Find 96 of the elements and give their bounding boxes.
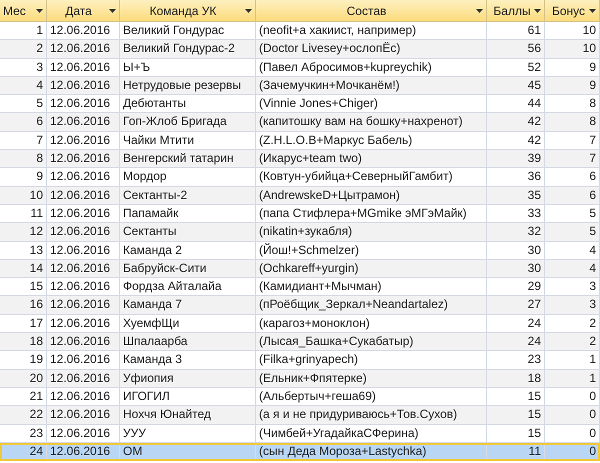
table-cell: 0 xyxy=(545,406,600,425)
table-row[interactable]: 2 12.06.2016 Великий Гондурас-2 (Doctor Livesey+ослопЁс) 56 10 xyxy=(0,40,600,59)
table-cell: 12.06.2016 xyxy=(47,260,120,278)
table-cell: 24 xyxy=(487,333,545,352)
table-cell: 12.06.2016 xyxy=(47,370,120,388)
table-cell: Уфиопия xyxy=(120,370,256,388)
table-cell: Шпалаарба xyxy=(120,333,256,352)
table-row[interactable]: 22 12.06.2016 Нохчя Юнайтед (а я и не придуриваюсь+Тов.Сухов) 15 0 xyxy=(0,406,600,425)
table-cell: Венгерский татарин xyxy=(120,150,256,168)
table-cell: 9 xyxy=(545,76,600,96)
table-cell: 39 xyxy=(487,150,545,168)
dropdown-arrow-icon[interactable] xyxy=(589,9,596,13)
table-cell: 4 xyxy=(0,76,47,96)
table-cell: (Лысая_Башка+Сукабатыр) xyxy=(256,333,487,352)
table-cell: (Зачемучкин+Мочканём!) xyxy=(256,76,487,96)
table-cell: 12.06.2016 xyxy=(47,406,120,425)
table-cell: 20 xyxy=(0,370,47,388)
table-row[interactable]: 20 12.06.2016 Уфиопия (Ельник+Фпятерке) 18 1 xyxy=(0,370,600,388)
table-row[interactable]: 4 12.06.2016 Нетрудовые резервы (Зачемучкин+Мочканём!) 45 9 xyxy=(0,76,600,96)
table-cell: (пРоёбщик_Зеркал+Neandartalez) xyxy=(256,296,487,315)
table-cell: Великий Гондурас-2 xyxy=(120,40,256,59)
table-row[interactable]: 16 12.06.2016 Каманда 7 (пРоёбщик_Зеркал+Neandartalez) 27 3 xyxy=(0,296,600,315)
table-cell: 10 xyxy=(545,40,600,59)
table-cell: 32 xyxy=(487,223,545,242)
table-cell: Каманда 7 xyxy=(120,296,256,315)
table-cell: 12 xyxy=(0,223,47,242)
table-row[interactable]: 8 12.06.2016 Венгерский татарин (Икарус+team two) 39 7 xyxy=(0,150,600,168)
table-row[interactable]: 18 12.06.2016 Шпалаарба (Лысая_Башка+Сукабатыр) 24 2 xyxy=(0,333,600,352)
table-row[interactable]: 10 12.06.2016 Сектанты-2 (AndrewskeD+Цытрамон) 35 6 xyxy=(0,186,600,205)
table-row[interactable]: 6 12.06.2016 Гоп-Жлоб Бригада (капитошку вам на бошку+нахренот) 42 8 xyxy=(0,113,600,132)
table-cell: (Ельник+Фпятерке) xyxy=(256,370,487,388)
table-cell: 16 xyxy=(0,296,47,315)
table-cell: 27 xyxy=(487,296,545,315)
table-cell: 56 xyxy=(487,40,545,59)
column-header[interactable]: Дата xyxy=(47,0,120,22)
table-cell: 12.06.2016 xyxy=(47,223,120,242)
table-cell: (сын Деда Мороза+Lastychka) xyxy=(256,442,487,462)
table-cell: (AndrewskeD+Цытрамон) xyxy=(256,186,487,205)
table-cell: 6 xyxy=(545,186,600,205)
table-cell: 7 xyxy=(545,150,600,168)
dropdown-arrow-icon[interactable] xyxy=(36,9,43,13)
table-cell: 8 xyxy=(0,150,47,168)
table-cell: 11 xyxy=(487,442,545,462)
table-cell: 12.06.2016 xyxy=(47,296,120,315)
table-cell: 35 xyxy=(487,186,545,205)
table-cell: 0 xyxy=(545,442,600,462)
table-cell: 14 xyxy=(0,260,47,278)
table-cell: 30 xyxy=(487,260,545,278)
dropdown-arrow-icon[interactable] xyxy=(245,9,252,13)
table-cell: 12.06.2016 xyxy=(47,150,120,168)
table-cell: 15 xyxy=(487,406,545,425)
table-cell: 6 xyxy=(0,113,47,132)
table-cell: 12.06.2016 xyxy=(47,333,120,352)
table-cell: 12.06.2016 xyxy=(47,76,120,96)
table-cell: 8 xyxy=(545,113,600,132)
table-cell: Сектанты xyxy=(120,223,256,242)
table-cell: (Икарус+team two) xyxy=(256,150,487,168)
table-cell: 24 xyxy=(0,442,47,462)
table-cell: 2 xyxy=(0,40,47,59)
table-cell: (Doctor Livesey+ослопЁс) xyxy=(256,40,487,59)
table-cell: Нетрудовые резервы xyxy=(120,76,256,96)
table-cell: (Ochkareff+yurgin) xyxy=(256,260,487,278)
table-cell: (а я и не придуриваюсь+Тов.Сухов) xyxy=(256,406,487,425)
table-cell: 12.06.2016 xyxy=(47,186,120,205)
table-cell: 18 xyxy=(0,333,47,352)
column-header[interactable]: Бонус xyxy=(545,0,600,22)
table-cell: 2 xyxy=(545,333,600,352)
table-cell: 10 xyxy=(0,186,47,205)
table-cell: Нохчя Юнайтед xyxy=(120,406,256,425)
table-cell: 18 xyxy=(487,370,545,388)
table-cell: Гоп-Жлоб Бригада xyxy=(120,113,256,132)
column-header[interactable]: Баллы xyxy=(487,0,545,22)
table-cell: (капитошку вам на бошку+нахренот) xyxy=(256,113,487,132)
selected-row[interactable]: 24 12.06.2016 ОМ (сын Деда Мороза+Lastychka) 11 0 xyxy=(0,442,600,462)
dropdown-arrow-icon[interactable] xyxy=(534,9,541,13)
table-cell: 45 xyxy=(487,76,545,96)
table-cell: 22 xyxy=(0,406,47,425)
table-row[interactable]: 12 12.06.2016 Сектанты (nikatin+зукабля) 32 5 xyxy=(0,223,600,242)
table-cell: ОМ xyxy=(120,442,256,462)
dropdown-arrow-icon[interactable] xyxy=(476,9,483,13)
table-cell: 4 xyxy=(545,260,600,278)
table-cell: 12.06.2016 xyxy=(47,40,120,59)
table-cell: 5 xyxy=(545,223,600,242)
table-cell: 12.06.2016 xyxy=(47,113,120,132)
table-cell: Бабруйск-Сити xyxy=(120,260,256,278)
table-cell: 12.06.2016 xyxy=(47,442,120,462)
table-cell: 3 xyxy=(545,296,600,315)
table-row[interactable]: 14 12.06.2016 Бабруйск-Сити (Ochkareff+yurgin) 30 4 xyxy=(0,260,600,278)
table-cell: 1 xyxy=(545,370,600,388)
table-cell: 42 xyxy=(487,113,545,132)
column-header[interactable]: Состав xyxy=(256,0,487,22)
table-cell: Сектанты-2 xyxy=(120,186,256,205)
table-cell: (nikatin+зукабля) xyxy=(256,223,487,242)
column-header[interactable]: Команда УК xyxy=(120,0,256,22)
column-header[interactable]: Мес xyxy=(0,0,47,22)
dropdown-arrow-icon[interactable] xyxy=(109,9,116,13)
